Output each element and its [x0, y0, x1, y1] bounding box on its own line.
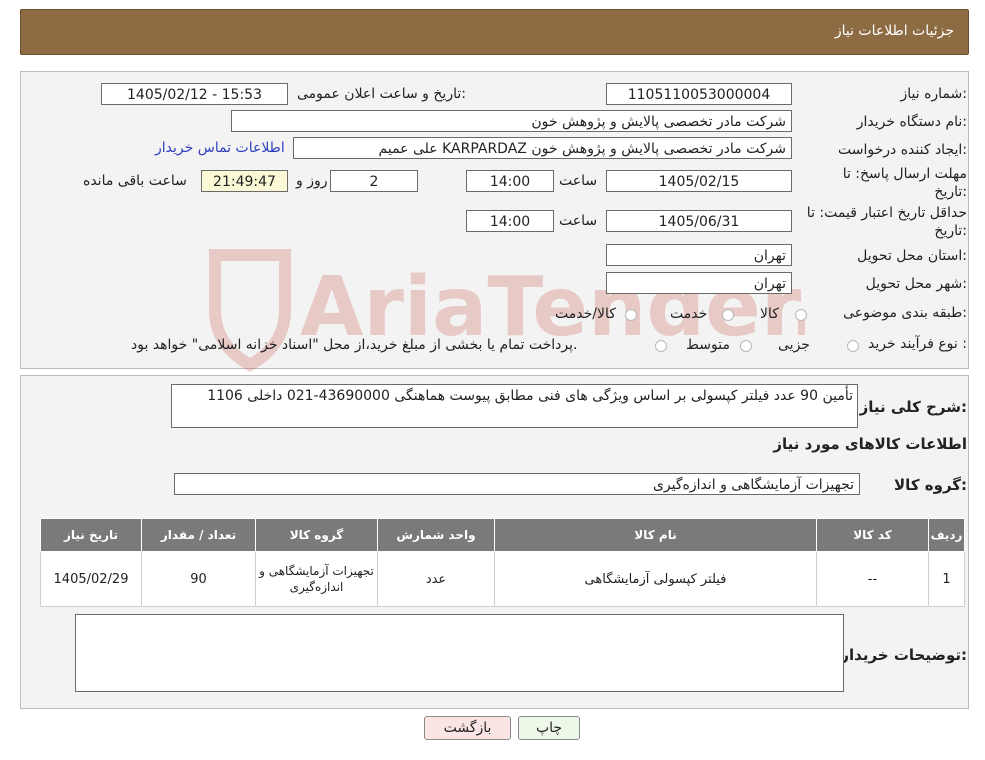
process-radio-treasury[interactable]	[655, 340, 667, 352]
buyer-notes-label: توضیحات خریدار:	[840, 646, 967, 664]
deadline-label-date: تاریخ:	[934, 184, 967, 200]
validity-label: حداقل تاریخ اعتبار قیمت: تا	[806, 205, 967, 221]
print-button[interactable]: چاپ	[518, 716, 580, 740]
cell-row: 1	[928, 551, 965, 607]
requester-label: ایجاد کننده درخواست:	[838, 142, 967, 158]
goods-group-field: تجهیزات آزمایشگاهی و اندازه‌گیری	[174, 473, 860, 495]
deadline-time-label: ساعت	[559, 173, 598, 189]
process-label: نوع فرآیند خرید :	[868, 336, 967, 352]
validity-time-field: 14:00	[466, 210, 554, 232]
buyer-org-field: شرکت مادر تخصصی پالایش و پژوهش خون	[231, 110, 792, 132]
buyer-contact-link[interactable]: اطلاعات تماس خریدار	[155, 140, 285, 156]
category-radio-goods[interactable]	[795, 309, 807, 321]
category-option-service: خدمت	[670, 306, 708, 322]
cell-date: 1405/02/29	[40, 551, 142, 607]
cell-group: تجهیزات آزمایشگاهی و اندازه‌گیری	[255, 551, 378, 607]
validity-date-field: 1405/06/31	[606, 210, 792, 232]
goods-group-label: گروه کالا:	[894, 476, 967, 494]
category-option-goods: کالا	[760, 306, 779, 322]
page-title: جزئیات اطلاعات نیاز	[834, 23, 954, 39]
back-button[interactable]: بازگشت	[424, 716, 511, 740]
cell-name: فیلتر کپسولی آزمایشگاهی	[494, 551, 817, 607]
deadline-date-field: 1405/02/15	[606, 170, 792, 192]
city-label: شهر محل تحویل:	[865, 276, 967, 292]
requester-field: علی عمیم KARPARDAZ شرکت مادر تخصصی پالای…	[293, 137, 792, 159]
category-radio-both[interactable]	[625, 309, 637, 321]
col-qty: تعداد / مقدار	[141, 518, 256, 552]
process-note: پرداخت تمام یا بخشی از مبلغ خرید،از محل …	[131, 337, 578, 353]
col-code: کد کالا	[816, 518, 929, 552]
process-option-minor: جزیی	[778, 337, 810, 353]
description-label: شرح کلی نیاز:	[859, 398, 967, 416]
need-number-field: 1105110053000004	[606, 83, 792, 105]
remaining-label: ساعت باقی مانده	[83, 173, 187, 189]
description-text: تأمین 90 عدد فیلتر کپسولی بر اساس ویژگی …	[207, 388, 853, 404]
goods-table: ردیف کد کالا نام کالا واحد شمارش گروه کا…	[40, 518, 965, 607]
table-header-row: ردیف کد کالا نام کالا واحد شمارش گروه کا…	[40, 518, 965, 552]
buyer-org-label: نام دستگاه خریدار:	[856, 114, 967, 130]
col-unit: واحد شمارش	[377, 518, 495, 552]
cell-qty: 90	[141, 551, 256, 607]
deadline-time-field: 14:00	[466, 170, 554, 192]
col-date: تاریخ نیاز	[40, 518, 142, 552]
validity-label-date: تاریخ:	[934, 223, 967, 239]
col-name: نام کالا	[494, 518, 817, 552]
col-row: ردیف	[928, 518, 965, 552]
validity-time-label: ساعت	[559, 213, 598, 229]
table-row: 1 -- فیلتر کپسولی آزمایشگاهی عدد تجهیزات…	[40, 551, 965, 607]
announce-field: 1405/02/12 - 15:53	[101, 83, 288, 105]
category-option-both: کالا/خدمت	[555, 306, 616, 322]
remaining-time-field: 21:49:47	[201, 170, 288, 192]
cell-unit: عدد	[377, 551, 495, 607]
cell-code: --	[816, 551, 929, 607]
province-field: تهران	[606, 244, 792, 266]
goods-section-title: اطلاعات کالاهای مورد نیاز	[773, 435, 967, 453]
city-field: تهران	[606, 272, 792, 294]
category-radio-service[interactable]	[722, 309, 734, 321]
category-label: طبقه بندی موضوعی:	[843, 305, 967, 321]
col-group: گروه کالا	[255, 518, 378, 552]
days-field: 2	[330, 170, 418, 192]
process-option-medium: متوسط	[686, 337, 730, 353]
deadline-label: مهلت ارسال پاسخ: تا	[842, 166, 967, 182]
process-radio-minor[interactable]	[847, 340, 859, 352]
buyer-notes-field	[75, 614, 844, 692]
description-field: تأمین 90 عدد فیلتر کپسولی بر اساس ویژگی …	[171, 384, 858, 428]
province-label: استان محل تحویل:	[857, 248, 967, 264]
announce-label: تاریخ و ساعت اعلان عمومی:	[297, 86, 466, 102]
days-label: روز و	[296, 173, 328, 189]
process-radio-medium[interactable]	[740, 340, 752, 352]
page-header: جزئیات اطلاعات نیاز	[20, 9, 969, 55]
need-number-label: شماره نیاز:	[900, 86, 967, 102]
